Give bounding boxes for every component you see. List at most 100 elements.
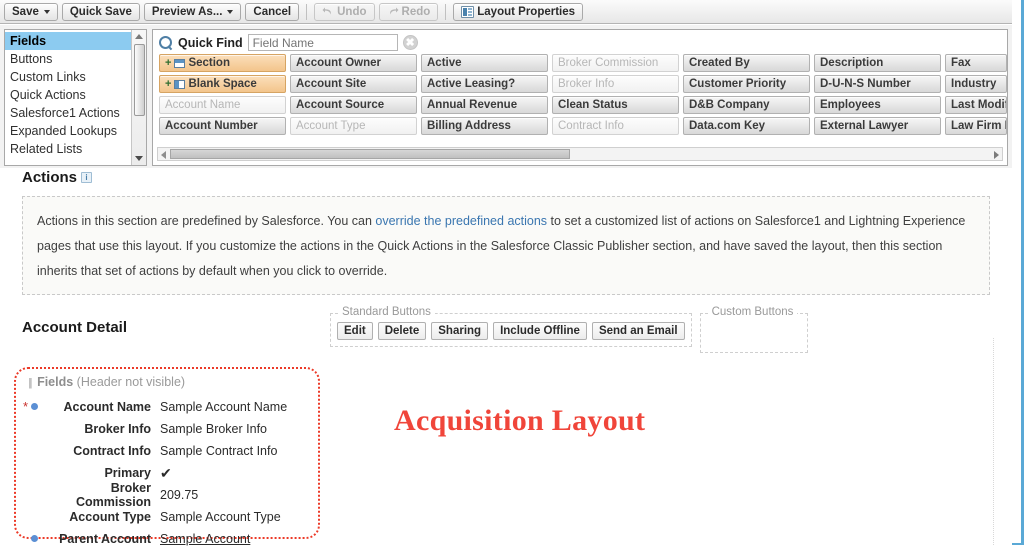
- field-value: Sample Broker Info: [160, 421, 267, 436]
- palette-item-broker-info[interactable]: Broker Info: [552, 75, 679, 93]
- canvas-scroll-track[interactable]: [993, 338, 1007, 545]
- palette-item-datacom-key[interactable]: Data.com Key: [683, 117, 810, 135]
- scroll-left-icon[interactable]: [161, 151, 166, 159]
- standard-button-sharing[interactable]: Sharing: [431, 322, 489, 340]
- palette-horizontal-scrollbar[interactable]: [157, 147, 1003, 161]
- info-icon[interactable]: i: [81, 171, 93, 183]
- actions-text-before-link: Actions in this section are predefined b…: [37, 214, 376, 228]
- palette-category-buttons[interactable]: Buttons: [5, 50, 131, 68]
- palette-item-annual-revenue[interactable]: Annual Revenue: [421, 96, 548, 114]
- standard-buttons-legend: Standard Buttons: [338, 306, 435, 318]
- palette-item-customer-priority[interactable]: Customer Priority: [683, 75, 810, 93]
- toolbar-divider: [445, 3, 447, 20]
- fields-section-header[interactable]: ||| Fields (Header not visible): [28, 375, 185, 389]
- palette-category-fields[interactable]: Fields: [5, 32, 131, 50]
- layout-properties-button[interactable]: Layout Properties: [453, 2, 584, 21]
- page-layout-editor: Save Quick Save Preview As... Cancel Und…: [0, 0, 1024, 546]
- field-row-broker-commission[interactable]: Broker Commission 209.75: [14, 481, 199, 509]
- undo-label: Undo: [337, 5, 367, 18]
- field-label: Broker Info: [84, 421, 151, 436]
- scrollbar-thumb[interactable]: [170, 149, 570, 159]
- palette-item-clean-status[interactable]: Clean Status: [552, 96, 679, 114]
- palette-item-industry[interactable]: Industry: [945, 75, 1007, 93]
- plus-icon: +: [165, 56, 172, 69]
- palette-column: Account Owner Account Site Account Sourc…: [290, 54, 417, 135]
- actions-description-box: Actions in this section are predefined b…: [22, 196, 990, 295]
- chevron-down-icon: [227, 9, 234, 14]
- field-row-contract-info[interactable]: Contract Info Sample Contract Info: [14, 440, 277, 461]
- palette-item-law-firm-info[interactable]: Law Firm Inf: [945, 117, 1007, 135]
- palette-item-last-modified[interactable]: Last Modifie: [945, 96, 1007, 114]
- field-value: Sample Account Type: [160, 509, 281, 524]
- palette-field-grid-viewport: + Section + Blank Space Account Name Acc…: [153, 54, 1007, 144]
- palette-category-custom-links[interactable]: Custom Links: [5, 68, 131, 86]
- standard-button-include-offline[interactable]: Include Offline: [493, 322, 587, 340]
- palette-item-duns-number[interactable]: D-U-N-S Number: [814, 75, 941, 93]
- palette-item-fax[interactable]: Fax: [945, 54, 1007, 72]
- toolbar-divider: [306, 3, 308, 20]
- palette-column: Broker Commission Broker Info Clean Stat…: [552, 54, 679, 135]
- palette-category-quick-actions[interactable]: Quick Actions: [5, 86, 131, 104]
- field-row-account-type[interactable]: Account Type Sample Account Type: [14, 506, 281, 527]
- palette-category-related-lists[interactable]: Related Lists: [5, 140, 131, 158]
- palette-item-created-by[interactable]: Created By: [683, 54, 810, 72]
- clear-search-icon[interactable]: ✖: [402, 35, 418, 50]
- field-label: Account Type: [69, 509, 151, 524]
- scroll-up-icon[interactable]: [135, 34, 143, 39]
- palette-item-label: Blank Space: [188, 77, 257, 90]
- field-row-broker-info[interactable]: Broker Info Sample Broker Info: [14, 418, 267, 439]
- palette-item-blank-space[interactable]: + Blank Space: [159, 75, 286, 93]
- field-value-link[interactable]: Sample Account: [160, 532, 250, 546]
- field-indicators: [14, 535, 40, 542]
- required-icon: *: [22, 398, 28, 414]
- custom-buttons-legend: Custom Buttons: [707, 306, 798, 318]
- palette-item-active-leasing[interactable]: Active Leasing?: [421, 75, 548, 93]
- palette-item-description[interactable]: Description: [814, 54, 941, 72]
- field-row-parent-account[interactable]: Parent Account Sample Account: [14, 528, 250, 549]
- scrollbar-thumb[interactable]: [134, 44, 145, 116]
- palette-column: Description D-U-N-S Number Employees Ext…: [814, 54, 941, 135]
- actions-description: Actions in this section are predefined b…: [37, 209, 975, 284]
- undo-button[interactable]: Undo: [314, 2, 375, 21]
- layout-properties-label: Layout Properties: [477, 5, 576, 18]
- palette-item-billing-address[interactable]: Billing Address: [421, 117, 548, 135]
- field-value: 209.75: [160, 487, 199, 502]
- palette-item-account-owner[interactable]: Account Owner: [290, 54, 417, 72]
- palette-item-external-lawyer[interactable]: External Lawyer: [814, 117, 941, 135]
- palette-item-broker-commission[interactable]: Broker Commission: [552, 54, 679, 72]
- palette-item-employees[interactable]: Employees: [814, 96, 941, 114]
- palette-item-active[interactable]: Active: [421, 54, 548, 72]
- preview-as-button[interactable]: Preview As...: [143, 2, 242, 21]
- save-button[interactable]: Save: [4, 2, 58, 21]
- standard-button-edit[interactable]: Edit: [337, 322, 373, 340]
- field-row-account-name[interactable]: * Account Name Sample Account Name: [14, 396, 287, 417]
- palette-item-account-source[interactable]: Account Source: [290, 96, 417, 114]
- scroll-right-icon[interactable]: [994, 151, 999, 159]
- custom-buttons-group[interactable]: Custom Buttons: [699, 306, 808, 353]
- drag-handle-icon[interactable]: |||: [28, 377, 32, 389]
- standard-button-send-an-email[interactable]: Send an Email: [591, 322, 685, 340]
- undo-icon: [322, 6, 334, 18]
- palette-item-account-name[interactable]: Account Name: [159, 96, 286, 114]
- standard-button-delete[interactable]: Delete: [377, 322, 427, 340]
- field-label: Primary: [104, 465, 151, 480]
- palette-column: Active Active Leasing? Annual Revenue Bi…: [421, 54, 548, 135]
- palette-category-salesforce1-actions[interactable]: Salesforce1 Actions: [5, 104, 131, 122]
- palette-category-scrollbar[interactable]: [131, 30, 146, 165]
- palette-item-account-number[interactable]: Account Number: [159, 117, 286, 135]
- palette-item-account-type[interactable]: Account Type: [290, 117, 417, 135]
- quick-find-input[interactable]: [247, 34, 398, 51]
- account-detail-title: Account Detail: [22, 319, 128, 336]
- override-predefined-actions-link[interactable]: override the predefined actions: [375, 214, 547, 228]
- account-detail-header-row: Account Detail Standard Buttons Edit Del…: [22, 306, 990, 353]
- redo-button[interactable]: Redo: [378, 2, 439, 21]
- palette-item-section[interactable]: + Section: [159, 54, 286, 72]
- cancel-button[interactable]: Cancel: [245, 2, 300, 21]
- field-label: Account Name: [63, 399, 151, 414]
- quick-save-button[interactable]: Quick Save: [61, 2, 140, 21]
- palette-item-db-company[interactable]: D&B Company: [683, 96, 810, 114]
- palette-item-contract-info[interactable]: Contract Info: [552, 117, 679, 135]
- palette-category-expanded-lookups[interactable]: Expanded Lookups: [5, 122, 131, 140]
- scroll-down-icon[interactable]: [135, 156, 143, 161]
- palette-item-account-site[interactable]: Account Site: [290, 75, 417, 93]
